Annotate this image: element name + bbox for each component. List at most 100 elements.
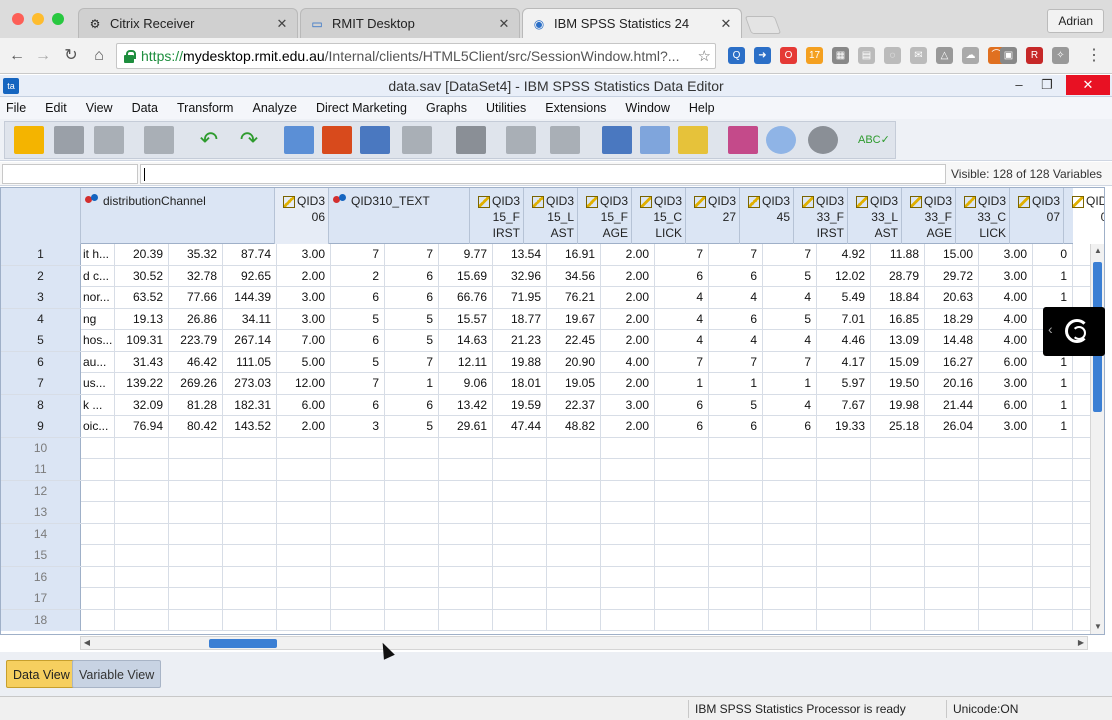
table-cell[interactable]: 6	[385, 265, 439, 287]
table-cell[interactable]	[925, 523, 979, 545]
table-cell[interactable]	[493, 545, 547, 566]
table-cell[interactable]: 63.52	[115, 287, 169, 308]
tab-close-icon[interactable]: ✕	[497, 16, 511, 32]
table-cell[interactable]: 19.05	[547, 373, 601, 394]
table-cell[interactable]: 2.00	[601, 287, 655, 308]
table-cell[interactable]: 15.09	[871, 351, 925, 373]
table-cell[interactable]: 6	[709, 308, 763, 330]
table-cell[interactable]: 109.31	[115, 330, 169, 351]
data-grid[interactable]: distributionChannel QID3 06 QID310_TEXT QID3…	[0, 187, 1105, 635]
run-descriptive-icon[interactable]	[402, 126, 432, 154]
table-cell[interactable]: k ...	[81, 394, 115, 416]
column-header[interactable]: QID3 33_F AGE	[902, 188, 956, 244]
table-cell[interactable]	[331, 523, 385, 545]
table-cell[interactable]: 32.96	[493, 265, 547, 287]
table-cell[interactable]	[493, 459, 547, 480]
table-cell[interactable]	[709, 566, 763, 588]
weight-cases-icon[interactable]	[640, 126, 670, 154]
table-cell[interactable]	[655, 502, 709, 523]
table-cell[interactable]: 6	[709, 265, 763, 287]
table-cell[interactable]	[547, 459, 601, 480]
spell-check-icon[interactable]: ABC✓	[858, 126, 890, 154]
menu-analyze[interactable]: Analyze	[246, 101, 296, 115]
table-cell[interactable]: 6	[385, 394, 439, 416]
table-cell[interactable]	[763, 545, 817, 566]
menu-file[interactable]: File	[0, 101, 26, 115]
cell-value-field[interactable]	[140, 164, 946, 184]
table-cell[interactable]: 3.00	[979, 244, 1033, 265]
table-cell[interactable]: 9.77	[439, 244, 493, 265]
table-cell[interactable]: 28.79	[871, 265, 925, 287]
table-cell[interactable]	[871, 480, 925, 502]
table-cell[interactable]: 4	[655, 287, 709, 308]
table-cell[interactable]: 2.00	[601, 244, 655, 265]
table-cell[interactable]: 1	[655, 373, 709, 394]
extension-cloud-icon[interactable]: ☁	[962, 47, 979, 64]
row-number[interactable]: 13	[1, 502, 81, 523]
table-cell[interactable]	[115, 502, 169, 523]
table-cell[interactable]	[331, 437, 385, 459]
print-icon[interactable]	[94, 126, 124, 154]
table-cell[interactable]: 6	[385, 287, 439, 308]
table-cell[interactable]	[385, 480, 439, 502]
extension-arrow-icon[interactable]: ➜	[754, 47, 771, 64]
table-cell[interactable]	[925, 566, 979, 588]
table-cell[interactable]	[817, 480, 871, 502]
table-cell[interactable]	[439, 480, 493, 502]
table-cell[interactable]: 80.42	[169, 416, 223, 437]
table-cell[interactable]	[601, 437, 655, 459]
table-cell[interactable]	[547, 480, 601, 502]
table-cell[interactable]	[223, 437, 277, 459]
table-cell[interactable]	[81, 523, 115, 545]
table-cell[interactable]: 7	[385, 244, 439, 265]
table-cell[interactable]: 6.00	[979, 394, 1033, 416]
extension-wand-icon[interactable]: ✧	[1052, 47, 1069, 64]
profile-button[interactable]: Adrian	[1047, 9, 1104, 33]
table-cell[interactable]: 6.00	[979, 351, 1033, 373]
table-cell[interactable]	[331, 566, 385, 588]
table-cell[interactable]	[81, 459, 115, 480]
table-cell[interactable]: 2.00	[601, 265, 655, 287]
row-number[interactable]: 3	[1, 287, 81, 308]
table-cell[interactable]: 5.49	[817, 287, 871, 308]
table-cell[interactable]: 34.56	[547, 265, 601, 287]
table-cell[interactable]	[655, 437, 709, 459]
scroll-down-icon[interactable]: ▼	[1093, 622, 1103, 632]
table-cell[interactable]	[493, 523, 547, 545]
close-window-button[interactable]	[12, 13, 24, 25]
grid-corner[interactable]	[1, 188, 81, 244]
table-cell[interactable]	[817, 523, 871, 545]
table-cell[interactable]: 5	[385, 416, 439, 437]
table-cell[interactable]	[331, 545, 385, 566]
table-cell[interactable]	[925, 480, 979, 502]
table-cell[interactable]	[817, 459, 871, 480]
table-cell[interactable]	[439, 523, 493, 545]
table-cell[interactable]: 144.39	[223, 287, 277, 308]
table-cell[interactable]	[709, 545, 763, 566]
table-cell[interactable]	[763, 480, 817, 502]
menu-direct-marketing[interactable]: Direct Marketing	[310, 101, 407, 115]
table-cell[interactable]	[1033, 566, 1073, 588]
table-cell[interactable]: 34.11	[223, 308, 277, 330]
table-cell[interactable]: 5	[385, 330, 439, 351]
close-icon[interactable]: ✕	[1066, 75, 1110, 95]
table-cell[interactable]	[277, 459, 331, 480]
table-cell[interactable]	[223, 609, 277, 631]
table-cell[interactable]: 35.32	[169, 244, 223, 265]
table-cell[interactable]	[817, 588, 871, 609]
maximize-window-button[interactable]	[52, 13, 64, 25]
table-cell[interactable]	[493, 502, 547, 523]
table-cell[interactable]	[925, 459, 979, 480]
save-icon[interactable]	[54, 126, 84, 154]
table-cell[interactable]: 6.00	[277, 394, 331, 416]
table-cell[interactable]	[979, 480, 1033, 502]
table-cell[interactable]	[601, 459, 655, 480]
table-cell[interactable]	[655, 609, 709, 631]
table-cell[interactable]	[1033, 459, 1073, 480]
table-cell[interactable]	[709, 523, 763, 545]
menu-extensions[interactable]: Extensions	[539, 101, 606, 115]
table-cell[interactable]: 3.00	[601, 394, 655, 416]
table-cell[interactable]	[277, 545, 331, 566]
table-cell[interactable]: 13.54	[493, 244, 547, 265]
row-number[interactable]: 7	[1, 373, 81, 394]
